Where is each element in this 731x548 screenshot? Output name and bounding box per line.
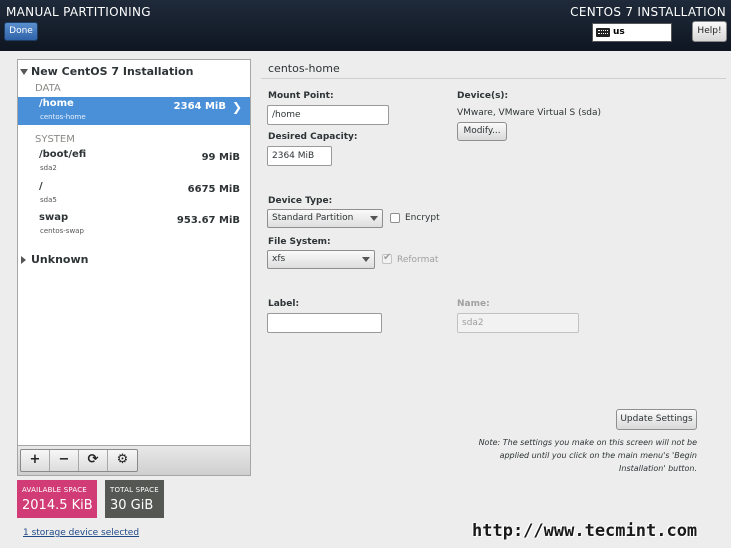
mount-point-row-home[interactable]: /home centos-home 2364 MiB ❯ (18, 97, 250, 125)
available-space-value: 2014.5 KiB (22, 498, 93, 513)
chevron-down-icon (370, 216, 378, 221)
configure-icon[interactable]: ⚙ (108, 450, 137, 471)
installation-title: CENTOS 7 INSTALLATION (570, 5, 726, 19)
chevron-down-icon (362, 257, 370, 262)
refresh-icon[interactable]: ⟳ (79, 450, 108, 471)
unknown-group-label[interactable]: Unknown (31, 253, 88, 266)
remove-mount-point-button[interactable]: − (50, 450, 79, 471)
reformat-label: Reformat (397, 255, 439, 265)
size-label: 99 MiB (201, 152, 240, 163)
size-label: 953.67 MiB (176, 215, 240, 226)
label-field-label: Label: (268, 299, 300, 309)
chevron-right-icon: ❯ (231, 100, 242, 114)
device-label: centos-home (40, 113, 86, 121)
modify-button[interactable]: Modify... (457, 122, 507, 141)
total-space-value: 30 GiB (110, 498, 154, 513)
mount-point-tree: New CentOS 7 Installation DATA /home cen… (17, 59, 251, 476)
desired-capacity-label: Desired Capacity: (268, 132, 358, 142)
done-button[interactable]: Done (4, 22, 38, 41)
top-bar: MANUAL PARTITIONING Done CENTOS 7 INSTAL… (0, 0, 731, 51)
expand-arrow-right-icon[interactable] (21, 256, 26, 264)
encrypt-label: Encrypt (405, 213, 440, 223)
available-space-box: AVAILABLE SPACE 2014.5 KiB (17, 480, 97, 518)
installation-root-label[interactable]: New CentOS 7 Installation (31, 65, 193, 78)
file-system-label: File System: (268, 237, 331, 247)
expand-arrow-down-icon[interactable] (20, 69, 28, 75)
name-field-label: Name: (457, 299, 490, 309)
mount-point-input[interactable]: /home (267, 105, 389, 125)
total-space-box: TOTAL SPACE 30 GiB (105, 480, 164, 518)
mount-point-row-boot-efi[interactable]: /boot/efi sda2 99 MiB (18, 148, 250, 176)
devices-value: VMware, VMware Virtual S (sda) (457, 108, 602, 118)
file-system-dropdown[interactable]: xfs (267, 250, 375, 269)
page-title: MANUAL PARTITIONING (6, 5, 151, 19)
checkmark-icon: ✔ (383, 252, 392, 263)
device-label: sda2 (40, 164, 57, 172)
device-type-value: Standard Partition (272, 213, 354, 223)
keyboard-layout-value: us (613, 27, 625, 37)
storage-device-selected-link[interactable]: 1 storage device selected (23, 528, 139, 538)
reformat-checkbox[interactable]: ✔ (382, 252, 392, 264)
desired-capacity-input[interactable]: 2364 MiB (267, 146, 332, 166)
settings-note: Note: The settings you make on this scre… (478, 438, 697, 473)
device-label: sda5 (40, 196, 57, 204)
group-header-system: SYSTEM (35, 134, 75, 145)
help-button[interactable]: Help! (692, 21, 727, 42)
mount-point-label: / (39, 181, 43, 192)
partition-detail-title: centos-home (268, 62, 340, 75)
size-label: 6675 MiB (187, 184, 240, 195)
mount-point-label: /home (39, 98, 74, 109)
keyboard-icon (596, 28, 610, 37)
device-type-dropdown[interactable]: Standard Partition (267, 209, 383, 228)
devices-label: Device(s): (457, 91, 509, 101)
group-header-data: DATA (35, 83, 61, 94)
total-space-label: TOTAL SPACE (110, 486, 159, 494)
keyboard-layout-indicator[interactable]: us (592, 23, 672, 42)
file-system-value: xfs (272, 254, 286, 264)
mount-point-label: /boot/efi (39, 149, 87, 160)
device-label: centos-swap (40, 227, 84, 235)
mount-point-row-root[interactable]: / sda5 6675 MiB (18, 180, 250, 208)
update-settings-button[interactable]: Update Settings (616, 409, 697, 430)
encrypt-checkbox[interactable] (390, 213, 400, 223)
watermark-text: http://www.tecmint.com (472, 521, 698, 541)
name-input[interactable]: sda2 (457, 313, 579, 333)
toolbar-button-group: + − ⟳ ⚙ (20, 449, 138, 472)
add-mount-point-button[interactable]: + (21, 450, 50, 471)
available-space-label: AVAILABLE SPACE (22, 486, 87, 494)
divider (261, 78, 726, 79)
mount-point-label: Mount Point: (268, 91, 334, 101)
label-input[interactable] (267, 313, 382, 333)
mount-point-row-swap[interactable]: swap centos-swap 953.67 MiB (18, 211, 250, 239)
device-type-label: Device Type: (268, 196, 333, 206)
mount-point-label: swap (39, 212, 69, 223)
partition-toolbar: + − ⟳ ⚙ (18, 445, 250, 475)
size-label: 2364 MiB (173, 101, 226, 112)
